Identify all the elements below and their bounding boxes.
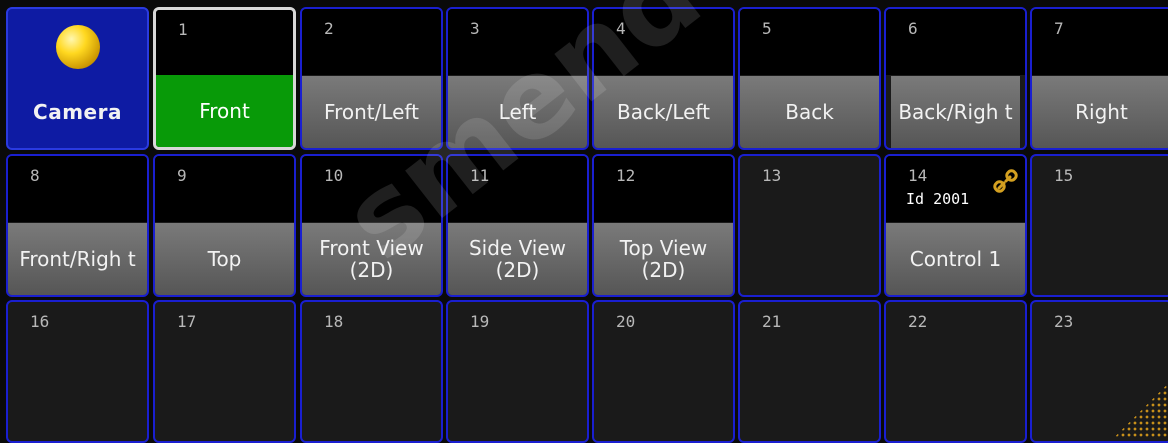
cell-number: 14 [908, 166, 928, 185]
cell-number: 11 [470, 166, 490, 185]
camera-cell-12[interactable]: 12 Top View (2D) [592, 154, 735, 297]
cell-number: 17 [177, 312, 197, 331]
camera-sphere-icon [55, 25, 100, 69]
camera-cell-14[interactable]: 14 Id 2001 Control 1 [884, 154, 1027, 297]
cell-number: 8 [30, 166, 40, 185]
cell-number: 23 [1054, 312, 1074, 331]
camera-title-label: Camera [33, 100, 122, 124]
cell-number: 21 [762, 312, 782, 331]
camera-cell-6[interactable]: 6 Back/Righ t [884, 7, 1027, 150]
cell-label: Left [448, 76, 587, 148]
cell-label: Right [1032, 76, 1168, 148]
camera-cell-10[interactable]: 10 Front View (2D) [300, 154, 443, 297]
cell-label: Top [155, 223, 294, 295]
cell-number: 10 [324, 166, 344, 185]
camera-cell-21[interactable]: 21 [738, 300, 881, 443]
camera-cell-16[interactable]: 16 [6, 300, 149, 443]
cell-number: 13 [762, 166, 782, 185]
camera-cell-23[interactable]: 23 [1030, 300, 1168, 443]
cell-number: 1 [178, 20, 188, 39]
camera-cell-8[interactable]: 8 Front/Righ t [6, 154, 149, 297]
cell-number: 20 [616, 312, 636, 331]
camera-cell-20[interactable]: 20 [592, 300, 735, 443]
cell-label: Front [156, 75, 293, 147]
camera-title-button[interactable]: Camera [6, 7, 149, 150]
camera-cell-18[interactable]: 18 [300, 300, 443, 443]
cell-label: Front/Left [302, 76, 441, 148]
cell-label: Back [740, 76, 879, 148]
cell-number: 3 [470, 19, 480, 38]
cell-number: 18 [324, 312, 344, 331]
cell-number: 4 [616, 19, 626, 38]
cell-label: Control 1 [886, 223, 1025, 295]
cell-number: 2 [324, 19, 334, 38]
camera-cell-1[interactable]: 1 Front [153, 7, 296, 150]
camera-cell-11[interactable]: 11 Side View (2D) [446, 154, 589, 297]
cell-id-text: Id 2001 [906, 190, 970, 208]
camera-pool-grid: Camera 1 Front 2 Front/Left 3 Left 4 Bac… [0, 0, 1168, 443]
cell-number: 19 [470, 312, 490, 331]
cell-number: 16 [30, 312, 50, 331]
camera-cell-19[interactable]: 19 [446, 300, 589, 443]
cell-label: Back/Left [594, 76, 733, 148]
camera-cell-17[interactable]: 17 [153, 300, 296, 443]
camera-cell-4[interactable]: 4 Back/Left [592, 7, 735, 150]
cell-label: Back/Righ t [891, 76, 1020, 148]
cell-label: Top View (2D) [594, 223, 733, 295]
camera-cell-15[interactable]: 15 [1030, 154, 1168, 297]
cell-number: 9 [177, 166, 187, 185]
cell-number: 15 [1054, 166, 1074, 185]
camera-cell-13[interactable]: 13 [738, 154, 881, 297]
cell-label: Side View (2D) [448, 223, 587, 295]
camera-cell-3[interactable]: 3 Left [446, 7, 589, 150]
camera-cell-2[interactable]: 2 Front/Left [300, 7, 443, 150]
camera-cell-7[interactable]: 7 Right [1030, 7, 1168, 150]
cell-number: 5 [762, 19, 772, 38]
camera-cell-22[interactable]: 22 [884, 300, 1027, 443]
cell-number: 22 [908, 312, 928, 331]
camera-cell-9[interactable]: 9 Top [153, 154, 296, 297]
cell-number: 12 [616, 166, 636, 185]
cell-label: Front View (2D) [302, 223, 441, 295]
cell-number: 6 [908, 19, 918, 38]
cell-label: Front/Righ t [8, 223, 147, 295]
cell-number: 7 [1054, 19, 1064, 38]
link-chain-icon [993, 169, 1018, 193]
camera-cell-5[interactable]: 5 Back [738, 7, 881, 150]
